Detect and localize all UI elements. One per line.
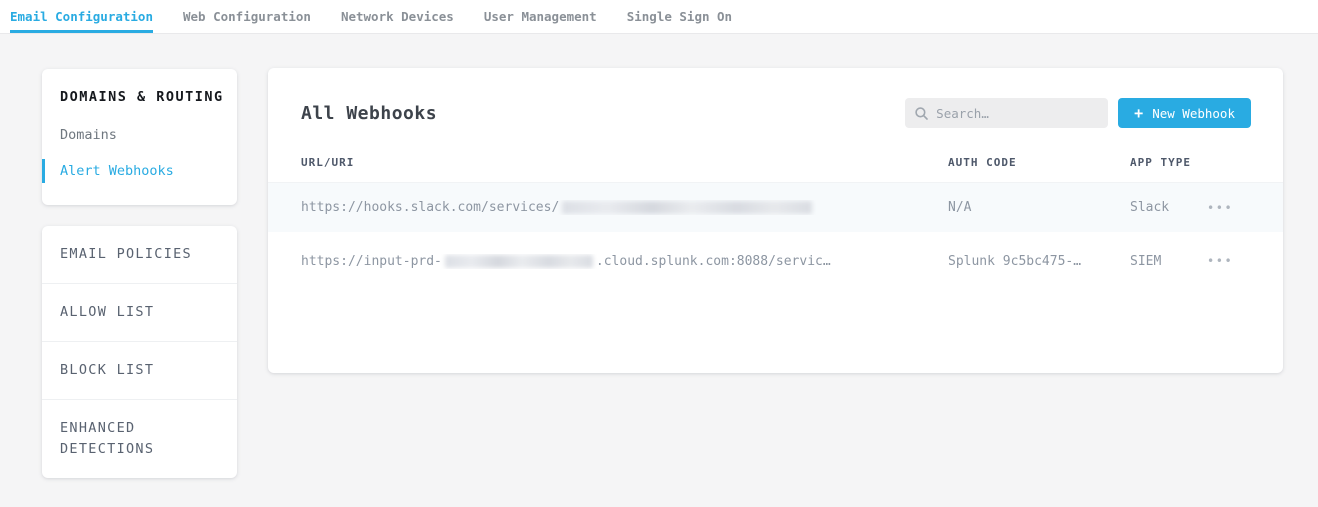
- tab-user-management[interactable]: User Management: [484, 0, 597, 33]
- plus-icon: +: [1134, 106, 1143, 121]
- tab-email-configuration[interactable]: Email Configuration: [10, 0, 153, 33]
- sidebar-section-title: DOMAINS & ROUTING: [42, 89, 237, 105]
- table-row: https://input-prd- .cloud.splunk.com:808…: [268, 232, 1283, 290]
- sidebar-item-block-list[interactable]: BLOCK LIST: [42, 341, 237, 399]
- sidebar-item-allow-list[interactable]: ALLOW LIST: [42, 283, 237, 341]
- top-nav: Email Configuration Web Configuration Ne…: [0, 0, 1318, 34]
- redacted-url-segment: [445, 255, 593, 268]
- webhook-url-cell: https://input-prd- .cloud.splunk.com:808…: [301, 254, 948, 269]
- tab-network-devices[interactable]: Network Devices: [341, 0, 454, 33]
- row-more-options-button[interactable]: •••: [1207, 250, 1233, 272]
- column-header-app-type: APP TYPE: [1130, 156, 1207, 169]
- sidebar-domains-routing-card: DOMAINS & ROUTING Domains Alert Webhooks: [42, 69, 237, 205]
- auth-code-cell: N/A: [948, 200, 1130, 215]
- new-webhook-button[interactable]: + New Webhook: [1118, 98, 1251, 128]
- app-type-cell: Slack: [1130, 200, 1207, 215]
- tab-web-configuration[interactable]: Web Configuration: [183, 0, 311, 33]
- sidebar-item-email-policies[interactable]: EMAIL POLICIES: [42, 226, 237, 283]
- table-header-row: URL/URI AUTH CODE APP TYPE: [268, 152, 1283, 183]
- webhook-url-prefix: https://hooks.slack.com/services/: [301, 200, 559, 215]
- header-actions: + New Webhook: [905, 98, 1251, 128]
- row-more-options-button[interactable]: •••: [1207, 197, 1233, 219]
- new-webhook-label: New Webhook: [1152, 106, 1235, 121]
- webhook-url-prefix: https://input-prd-: [301, 254, 442, 269]
- sidebar-item-alert-webhooks[interactable]: Alert Webhooks: [42, 159, 237, 183]
- column-header-auth-code: AUTH CODE: [948, 156, 1130, 169]
- app-type-cell: SIEM: [1130, 254, 1207, 269]
- table-row: https://hooks.slack.com/services/ N/A Sl…: [268, 183, 1283, 232]
- webhooks-panel: All Webhooks + New Webhook URL/URI AUTH …: [268, 68, 1283, 373]
- sidebar-item-domains[interactable]: Domains: [42, 123, 237, 147]
- sidebar-item-enhanced-detections[interactable]: ENHANCED DETECTIONS: [42, 399, 237, 478]
- panel-header: All Webhooks + New Webhook: [268, 68, 1283, 152]
- redacted-url-segment: [562, 201, 812, 214]
- column-header-url: URL/URI: [301, 156, 948, 169]
- webhook-url-suffix: .cloud.splunk.com:8088/servic…: [596, 254, 831, 269]
- page-title: All Webhooks: [301, 103, 437, 124]
- search-box[interactable]: [905, 98, 1108, 128]
- tab-single-sign-on[interactable]: Single Sign On: [627, 0, 732, 33]
- search-input[interactable]: [936, 106, 1098, 121]
- search-icon: [915, 107, 928, 120]
- sidebar-policies-card: EMAIL POLICIES ALLOW LIST BLOCK LIST ENH…: [42, 226, 237, 478]
- webhook-url-cell: https://hooks.slack.com/services/: [301, 200, 948, 215]
- auth-code-cell: Splunk 9c5bc475-…: [948, 254, 1130, 269]
